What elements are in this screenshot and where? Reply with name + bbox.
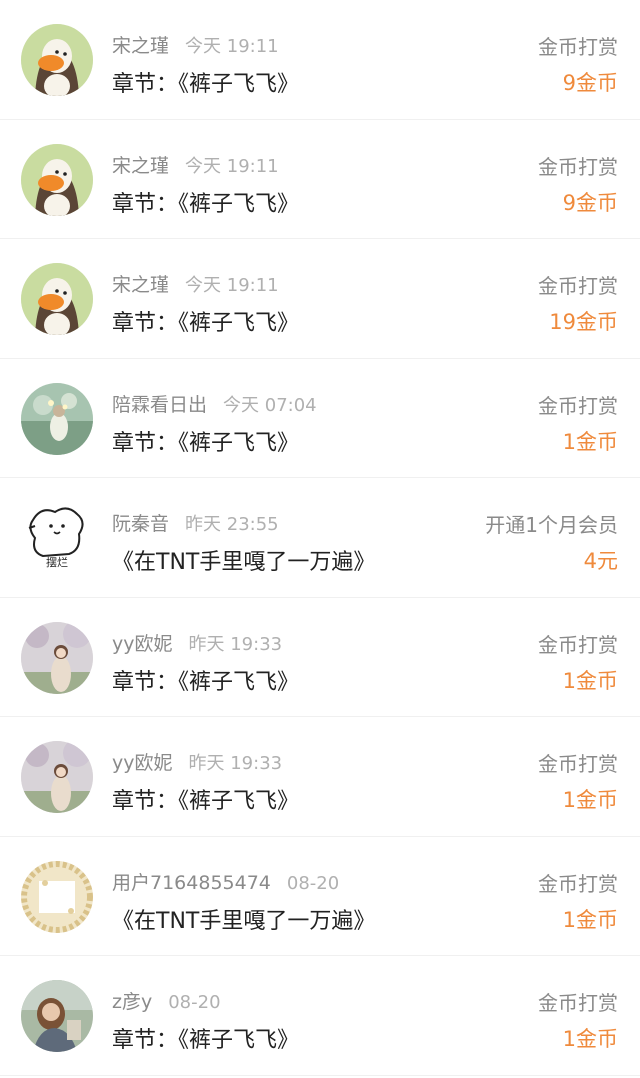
user-name[interactable]: 陪霖看日出 今天 07:04 [112,390,317,417]
duck-avatar[interactable] [21,24,93,96]
svg-text:摆烂: 摆烂 [46,555,68,569]
timestamp: 昨天 19:33 [188,633,283,655]
action-label: 金币打赏 [538,154,618,179]
duck-avatar[interactable] [21,263,93,335]
item-content: 章节：《裤子飞飞》 [112,430,300,456]
user-name[interactable]: 宋之瑾 今天 19:11 [112,31,279,58]
timestamp: 今天 07:04 [223,394,317,416]
user-name[interactable]: 用户7164855474 08-20 [112,868,339,895]
list-item[interactable]: yy欧妮 昨天 19:33 章节：《裤子飞飞》 金币打赏 1金币 [0,598,640,717]
item-content: 《在TNT手里嘎了一万遍》 [112,908,376,934]
user-name[interactable]: 宋之瑾 今天 19:11 [112,270,279,297]
timestamp: 今天 19:11 [185,36,279,57]
reward-list: 宋之瑾 今天 19:11 章节：《裤子飞飞》 金币打赏 9金币 宋之瑾 今天 19:… [0,0,640,1076]
list-item[interactable]: 陪霖看日出 今天 07:04 章节：《裤子飞飞》 金币打赏 1金币 [0,359,640,478]
photo-avatar-girl[interactable] [21,621,93,694]
action-label: 金币打赏 [538,35,618,59]
action-label: 金币打赏 [538,871,618,896]
amount-value: 1金币 [562,668,618,693]
photo-avatar-girl[interactable] [21,741,93,813]
item-content: 章节：《裤子飞飞》 [112,72,300,97]
amount-value: 19金币 [549,310,618,334]
list-item[interactable]: 宋之瑾 今天 19:11 章节：《裤子飞飞》 金币打赏 9金币 [0,120,640,239]
list-item[interactable]: 宋之瑾 今天 19:11 章节：《裤子飞飞》 金币打赏 19金币 [0,239,640,359]
list-item[interactable]: 宋之瑾 今天 19:11 章节：《裤子飞飞》 金币打赏 9金币 [0,0,640,120]
amount-value: 1金币 [562,907,618,932]
action-label: 开通1个月会员 [485,513,618,537]
amount-value: 4元 [583,549,618,573]
action-label: 金币打赏 [538,274,618,298]
user-name[interactable]: yy欧妮 昨天 19:33 [112,748,282,775]
timestamp: 今天 19:11 [185,155,279,177]
duck-avatar[interactable] [21,143,93,216]
item-content: 章节：《裤子飞飞》 [112,311,300,336]
list-item[interactable]: 用户7164855474 08-20 《在TNT手里嘎了一万遍》 金币打赏 1金币 [0,837,640,956]
item-content: 章节：《裤子飞飞》 [112,789,300,814]
item-content: 章节：《裤子飞飞》 [112,1028,300,1053]
item-content: 章节：《裤子飞飞》 [112,669,300,695]
user-name[interactable]: 宋之瑾 今天 19:11 [112,151,279,178]
user-name[interactable]: 阮秦音 昨天 23:55 [112,509,279,536]
timestamp: 08-20 [286,872,340,894]
action-label: 金币打赏 [538,991,618,1015]
amount-value: 9金币 [562,71,618,95]
user-name[interactable]: z彦y 08-20 [112,987,221,1014]
action-label: 金币打赏 [538,752,618,776]
sketch-avatar[interactable]: 摆烂 [21,502,93,574]
item-content: 《在TNT手里嘎了一万遍》 [112,550,376,575]
amount-value: 1金币 [562,429,618,454]
amount-value: 9金币 [562,190,618,215]
timestamp: 今天 19:11 [185,275,279,296]
timestamp: 08-20 [168,992,221,1013]
amount-value: 1金币 [562,1027,618,1051]
photo-avatar-portrait[interactable] [21,980,93,1052]
timestamp: 昨天 23:55 [185,514,279,535]
timestamp: 昨天 19:33 [188,753,283,774]
photo-avatar-green[interactable] [21,382,93,455]
list-item[interactable]: z彦y 08-20 章节：《裤子飞飞》 金币打赏 1金币 [0,956,640,1076]
item-content: 章节：《裤子飞飞》 [112,191,300,217]
list-item[interactable]: yy欧妮 昨天 19:33 章节：《裤子飞飞》 金币打赏 1金币 [0,717,640,837]
list-item[interactable]: 摆烂 阮秦音 昨天 23:55 《在TNT手里嘎了一万遍》 开通1个月会员 4元 [0,478,640,598]
user-name[interactable]: yy欧妮 昨天 19:33 [112,629,282,656]
action-label: 金币打赏 [538,632,618,657]
amount-value: 1金币 [562,788,618,812]
frame-avatar[interactable] [21,860,93,933]
action-label: 金币打赏 [538,393,618,418]
